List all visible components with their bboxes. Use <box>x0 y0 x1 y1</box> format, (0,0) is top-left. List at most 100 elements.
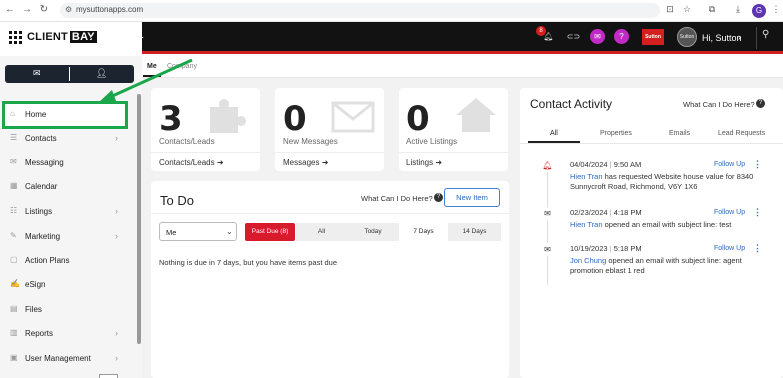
filter-past-due[interactable]: Past Due (8) <box>245 223 295 241</box>
contacts-link[interactable]: Contacts/Leads ➜ <box>159 158 224 167</box>
browser-menu-icon[interactable]: ⋮ <box>770 4 782 15</box>
back-icon[interactable]: ← <box>4 4 16 15</box>
card-divider <box>275 152 384 153</box>
question-icon[interactable]: ? <box>756 99 765 108</box>
arrow-circle-icon: ➜ <box>435 158 443 167</box>
chevron-right-icon[interactable]: › <box>115 328 118 338</box>
chevron-down-icon: ⌄ <box>226 227 233 236</box>
chevron-right-icon[interactable]: › <box>115 353 118 363</box>
sidebar-item-label: Reports <box>25 329 54 338</box>
ca-tab-divider <box>520 143 783 144</box>
ca-tab-all[interactable]: All <box>550 130 558 137</box>
card-divider <box>399 152 508 153</box>
filter-14-days[interactable]: 14 Days <box>448 223 501 241</box>
sidebar-item-messaging[interactable] <box>0 151 138 175</box>
contact-name-link[interactable]: Hien Tran <box>570 220 603 229</box>
chevron-right-icon[interactable]: › <box>115 206 118 216</box>
more-options-icon[interactable]: ⋮ <box>753 243 762 254</box>
extensions-icon[interactable]: ⧉ <box>706 4 718 15</box>
activity-datetime: 02/23/2024 | 4:18 PM <box>570 208 642 217</box>
download-icon[interactable]: ⤓ <box>732 4 744 15</box>
mail-icon[interactable]: ✉ <box>33 68 41 79</box>
help-icon[interactable]: ? <box>614 29 629 44</box>
arrow-circle-icon: ➜ <box>216 158 224 167</box>
header-divider <box>756 27 757 49</box>
listings-label: Active Listings <box>406 137 458 146</box>
collapse-sidebar-icon[interactable]: ⇤ <box>137 33 149 44</box>
todo-empty-message: Nothing is due in 7 days, but you have i… <box>159 258 338 267</box>
sidebar-scrollbar[interactable] <box>137 94 141 344</box>
sidebar-item-files[interactable] <box>0 298 138 322</box>
browser-profile-avatar[interactable]: G <box>752 4 766 18</box>
activity-datetime: 10/19/2023 | 5:18 PM <box>570 244 642 253</box>
home-icon: ⌂ <box>10 109 15 118</box>
sidebar-item-label: eSign <box>25 280 46 289</box>
sidebar-item-label: Listings <box>25 207 53 216</box>
chevron-down-icon[interactable]: ⌄ <box>86 31 94 42</box>
card-divider <box>151 152 260 153</box>
site-info-icon[interactable]: ⚙ <box>65 5 72 14</box>
forward-icon[interactable]: → <box>21 4 33 15</box>
chat-icon[interactable]: ✉ <box>590 29 605 44</box>
chevron-right-icon[interactable]: › <box>738 32 741 42</box>
messaging-icon: ✉ <box>10 157 17 166</box>
todo-help-link[interactable]: What Can I Do Here? <box>361 194 433 203</box>
active-tab-indicator <box>528 141 580 143</box>
new-item-button[interactable]: New Item <box>444 188 500 207</box>
sidebar-item-label: Marketing <box>25 232 61 241</box>
sidebar-item-esign[interactable] <box>0 273 138 297</box>
tab-bar <box>142 56 783 78</box>
reload-icon[interactable]: ↻ <box>38 4 50 15</box>
address-bar[interactable] <box>60 3 660 18</box>
bookmark-star-icon[interactable]: ☆ <box>681 4 693 15</box>
envelope-art-icon <box>331 101 375 133</box>
sidebar-item-calendar[interactable] <box>0 175 138 199</box>
house-art-icon <box>456 98 496 132</box>
ca-tab-emails[interactable]: Emails <box>669 130 690 137</box>
listings-icon: ☷ <box>10 206 18 215</box>
more-options-icon[interactable]: ⋮ <box>753 159 762 170</box>
chevron-right-icon[interactable]: › <box>115 133 118 143</box>
follow-up-link[interactable]: Follow Up <box>714 209 745 216</box>
todo-divider <box>151 213 509 214</box>
user-avatar[interactable]: Sutton <box>677 27 697 47</box>
sidebar-item-label: Calendar <box>25 182 58 191</box>
filter-all[interactable]: All <box>296 223 347 241</box>
esign-icon: ✍ <box>10 279 20 288</box>
user-greeting[interactable]: Hi, Sutton <box>702 33 742 43</box>
activity-description: Jon Chung opened an email with subject l… <box>570 256 742 275</box>
marketing-icon: ✎ <box>10 231 17 240</box>
app-grid-icon[interactable] <box>9 31 22 44</box>
filter-today[interactable]: Today <box>347 223 399 241</box>
contacts-label: Contacts/Leads <box>159 137 215 146</box>
sidebar-item-label: Contacts <box>25 134 57 143</box>
activity-description: Hien Tran has requested Website house va… <box>570 172 754 191</box>
install-app-icon[interactable]: ⊡ <box>664 4 676 15</box>
question-icon[interactable]: ? <box>434 193 443 202</box>
contact-activity-title: Contact Activity <box>530 97 613 111</box>
messages-link[interactable]: Messages ➜ <box>283 158 328 167</box>
link-icon[interactable]: ⊂⊃ <box>566 29 581 44</box>
contact-name-link[interactable]: Jon Chung <box>570 256 606 265</box>
follow-up-link[interactable]: Follow Up <box>714 161 745 168</box>
activity-description: Hien Tran opened an email with subject l… <box>570 220 732 229</box>
filter-7-days[interactable]: 7 Days <box>399 223 448 241</box>
calendar-icon: ▦ <box>10 181 18 190</box>
ca-tab-properties[interactable]: Properties <box>600 130 632 137</box>
action-plans-icon: ▢ <box>10 255 18 264</box>
arrow-circle-icon: ➜ <box>321 158 329 167</box>
ca-tab-lead-requests[interactable]: Lead Requests <box>718 130 765 137</box>
annotation-arrow <box>98 58 193 103</box>
follow-up-link[interactable]: Follow Up <box>714 245 745 252</box>
timeline-line <box>547 165 548 285</box>
more-options-icon[interactable]: ⋮ <box>753 207 762 218</box>
contacts-icon: ☰ <box>10 133 18 142</box>
sidebar-item-label: Files <box>25 305 42 314</box>
chevron-right-icon[interactable]: › <box>115 231 118 241</box>
sidebar-footer-button[interactable] <box>99 374 118 378</box>
pin-icon[interactable]: ⚲ <box>762 29 769 40</box>
messages-label: New Messages <box>283 137 338 146</box>
listings-link[interactable]: Listings ➜ <box>406 158 442 167</box>
contact-name-link[interactable]: Hien Tran <box>570 172 603 181</box>
contact-activity-help-link[interactable]: What Can I Do Here? <box>683 100 755 109</box>
